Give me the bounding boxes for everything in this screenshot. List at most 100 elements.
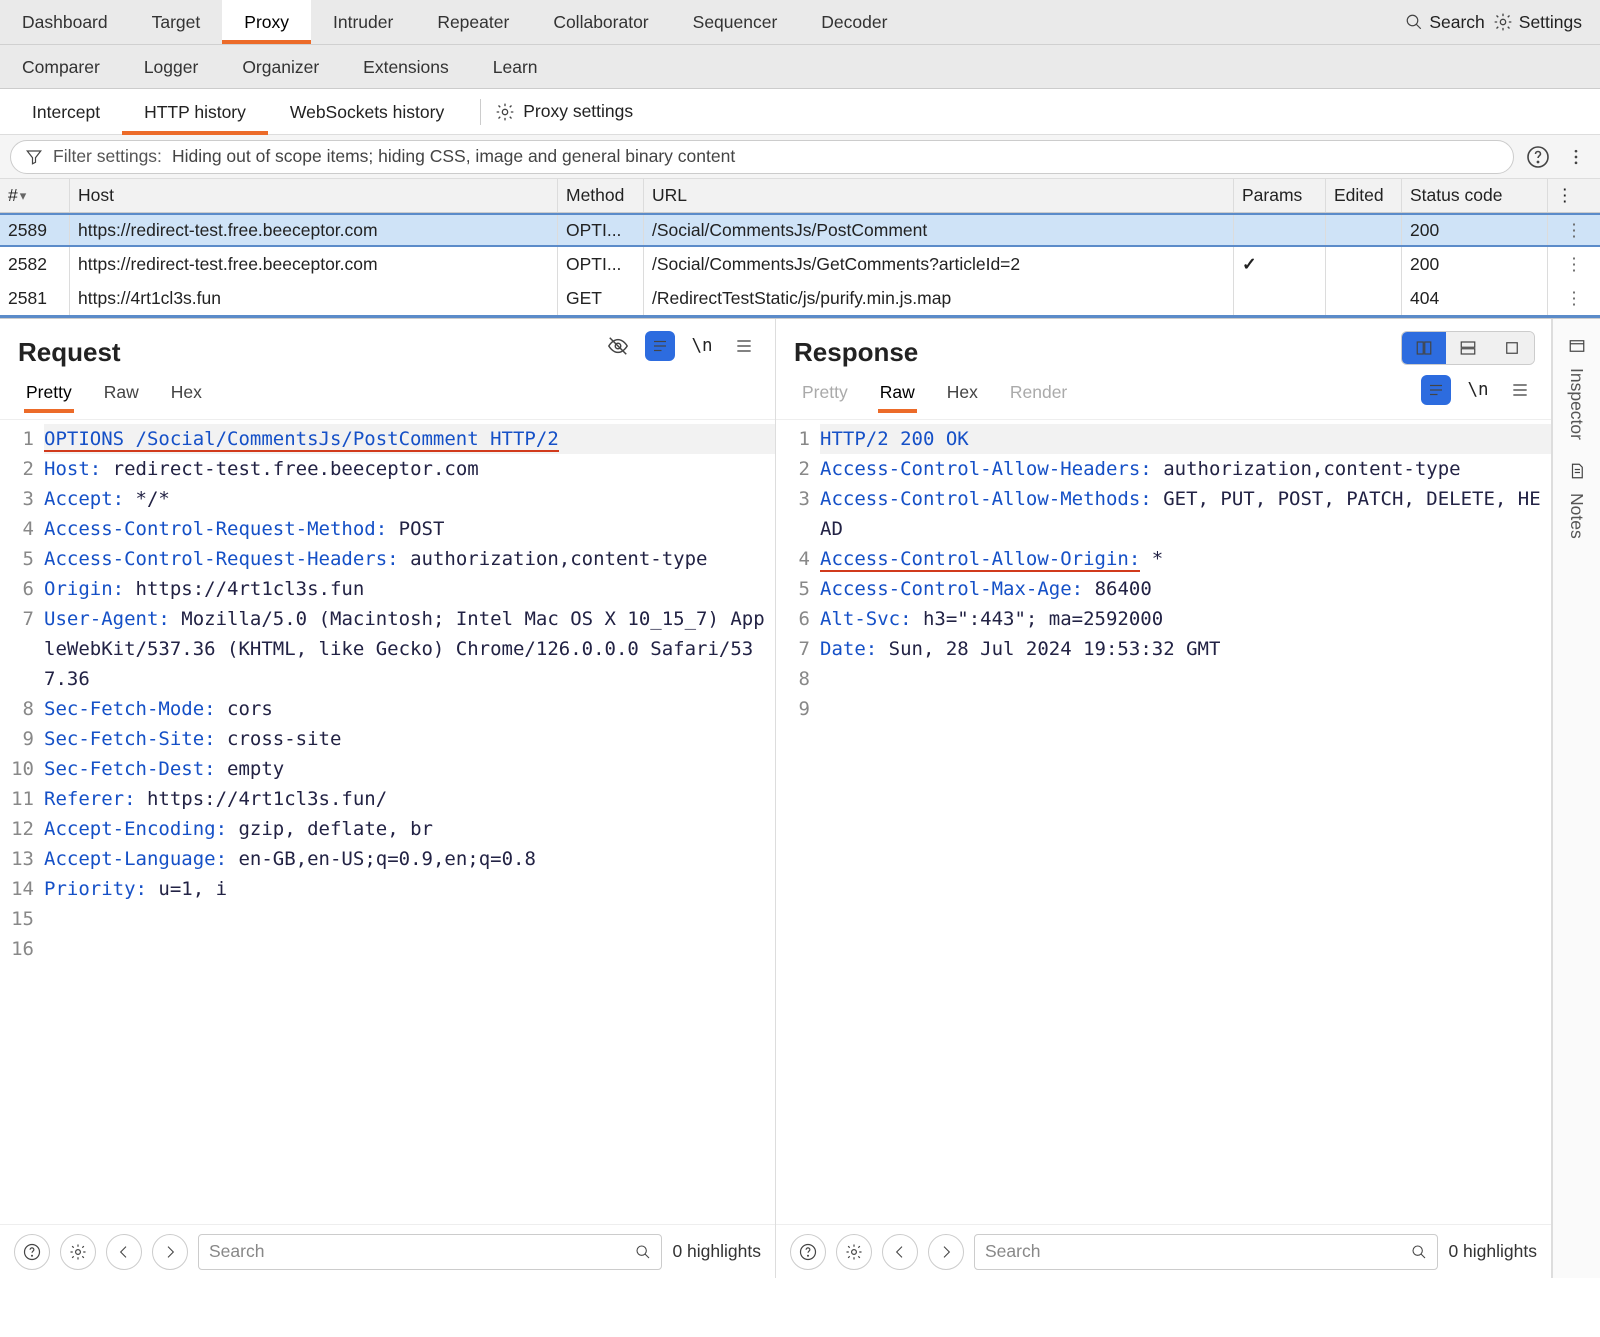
td-url: /Social/CommentsJs/GetComments?articleId… — [644, 247, 1234, 281]
tab-intruder[interactable]: Intruder — [311, 0, 415, 44]
tab-decoder[interactable]: Decoder — [799, 0, 909, 44]
td-params — [1234, 247, 1326, 281]
tab-collaborator[interactable]: Collaborator — [531, 0, 670, 44]
response-highlights: 0 highlights — [1448, 1241, 1537, 1262]
view-tab-render: Render — [1008, 376, 1069, 413]
th-num[interactable]: #▾ — [0, 179, 70, 212]
td-num: 2582 — [0, 247, 70, 281]
gear-icon — [845, 1243, 863, 1261]
table-row[interactable]: 2582https://redirect-test.free.beeceptor… — [0, 247, 1600, 281]
tab-repeater[interactable]: Repeater — [415, 0, 531, 44]
table-header: #▾ Host Method URL Params Edited Status … — [0, 179, 1600, 213]
view-tab-raw[interactable]: Raw — [102, 376, 141, 413]
td-url: /RedirectTestStatic/js/purify.min.js.map — [644, 281, 1234, 315]
request-footer: Search 0 highlights — [0, 1224, 775, 1278]
request-config[interactable] — [60, 1234, 96, 1270]
request-next[interactable] — [152, 1234, 188, 1270]
gear-icon — [1493, 12, 1513, 32]
tab-row-2: ComparerLoggerOrganizerExtensionsLearn — [0, 44, 1600, 88]
td-method: OPTI... — [558, 247, 644, 281]
th-host[interactable]: Host — [70, 179, 558, 212]
request-help[interactable] — [14, 1234, 50, 1270]
th-status[interactable]: Status code — [1402, 179, 1548, 212]
table-row[interactable]: 2589https://redirect-test.free.beeceptor… — [0, 213, 1600, 247]
newline-toggle[interactable]: \n — [687, 331, 717, 361]
hamburger-icon — [734, 336, 754, 356]
th-url[interactable]: URL — [644, 179, 1234, 212]
settings-label: Settings — [1519, 12, 1582, 33]
td-more[interactable]: ⋮ — [1548, 247, 1600, 281]
toggle-visibility-button[interactable] — [603, 331, 633, 361]
tab-extensions[interactable]: Extensions — [341, 45, 471, 89]
layout-columns[interactable] — [1402, 332, 1446, 364]
proxy-settings-link[interactable]: Proxy settings — [495, 101, 633, 122]
td-url: /Social/CommentsJs/PostComment — [644, 215, 1234, 245]
view-tab-raw[interactable]: Raw — [878, 376, 917, 413]
request-panel: Request \n PrettyRawHex 1OPTIONS /Social… — [0, 319, 776, 1278]
response-menu[interactable] — [1505, 375, 1535, 405]
response-next[interactable] — [928, 1234, 964, 1270]
square-icon — [1503, 339, 1521, 357]
response-prev[interactable] — [882, 1234, 918, 1270]
td-num: 2589 — [0, 215, 70, 245]
tab-dashboard[interactable]: Dashboard — [0, 0, 130, 44]
td-status: 200 — [1402, 247, 1548, 281]
request-search[interactable]: Search — [198, 1234, 662, 1270]
help-icon — [799, 1243, 817, 1261]
layout-single[interactable] — [1490, 332, 1534, 364]
filter-settings-pill[interactable]: Filter settings: Hiding out of scope ite… — [10, 140, 1514, 174]
th-more[interactable]: ⋮ — [1548, 179, 1600, 212]
view-tab-pretty[interactable]: Pretty — [24, 376, 74, 413]
rail-notes[interactable]: Notes — [1566, 462, 1587, 539]
tab-proxy[interactable]: Proxy — [222, 0, 311, 44]
td-params — [1234, 215, 1326, 245]
tab-target[interactable]: Target — [130, 0, 223, 44]
th-method[interactable]: Method — [558, 179, 644, 212]
td-edited — [1326, 281, 1402, 315]
view-tab-hex[interactable]: Hex — [945, 376, 980, 413]
settings-action[interactable]: Settings — [1493, 12, 1582, 33]
td-host: https://redirect-test.free.beeceptor.com — [70, 215, 558, 245]
beautify-button[interactable] — [1421, 375, 1451, 405]
th-edited[interactable]: Edited — [1326, 179, 1402, 212]
request-code[interactable]: 1OPTIONS /Social/CommentsJs/PostComment … — [0, 420, 775, 1224]
filter-more[interactable] — [1562, 143, 1590, 171]
tab-learn[interactable]: Learn — [471, 45, 560, 89]
filter-help[interactable] — [1524, 143, 1552, 171]
beautify-button[interactable] — [645, 331, 675, 361]
arrow-left-icon — [116, 1244, 132, 1260]
layout-rows[interactable] — [1446, 332, 1490, 364]
tab-organizer[interactable]: Organizer — [220, 45, 341, 89]
newline-toggle[interactable]: \n — [1463, 375, 1493, 405]
layout-toggle[interactable] — [1401, 331, 1535, 365]
view-tab-hex[interactable]: Hex — [169, 376, 204, 413]
search-label: Search — [1429, 12, 1484, 33]
td-edited — [1326, 215, 1402, 245]
td-more[interactable]: ⋮ — [1548, 281, 1600, 315]
search-action[interactable]: Search — [1405, 12, 1484, 33]
subtab-http-history[interactable]: HTTP history — [122, 89, 268, 135]
columns-icon — [1415, 339, 1433, 357]
rail-inspector[interactable]: Inspector — [1566, 337, 1587, 440]
list-icon — [1427, 381, 1445, 399]
response-code[interactable]: 1HTTP/2 200 OK2Access-Control-Allow-Head… — [776, 420, 1551, 1224]
table-row[interactable]: 2581https://4rt1cl3s.funGET/RedirectTest… — [0, 281, 1600, 315]
response-help[interactable] — [790, 1234, 826, 1270]
td-status: 404 — [1402, 281, 1548, 315]
tab-comparer[interactable]: Comparer — [0, 45, 122, 89]
request-view-tabs: Pretty Raw Hex — [0, 376, 775, 420]
th-params[interactable]: Params — [1234, 179, 1326, 212]
view-tab-pretty: Pretty — [800, 376, 850, 413]
request-prev[interactable] — [106, 1234, 142, 1270]
response-search[interactable]: Search — [974, 1234, 1438, 1270]
arrow-left-icon — [892, 1244, 908, 1260]
subtab-intercept[interactable]: Intercept — [10, 89, 122, 135]
request-highlights: 0 highlights — [672, 1241, 761, 1262]
td-more[interactable]: ⋮ — [1548, 215, 1600, 245]
tab-logger[interactable]: Logger — [122, 45, 221, 89]
response-config[interactable] — [836, 1234, 872, 1270]
request-menu[interactable] — [729, 331, 759, 361]
subtab-websockets-history[interactable]: WebSockets history — [268, 89, 466, 135]
tab-sequencer[interactable]: Sequencer — [671, 0, 800, 44]
response-panel: Response \n PrettyRawHexRender 1HTTP/2 2… — [776, 319, 1552, 1278]
